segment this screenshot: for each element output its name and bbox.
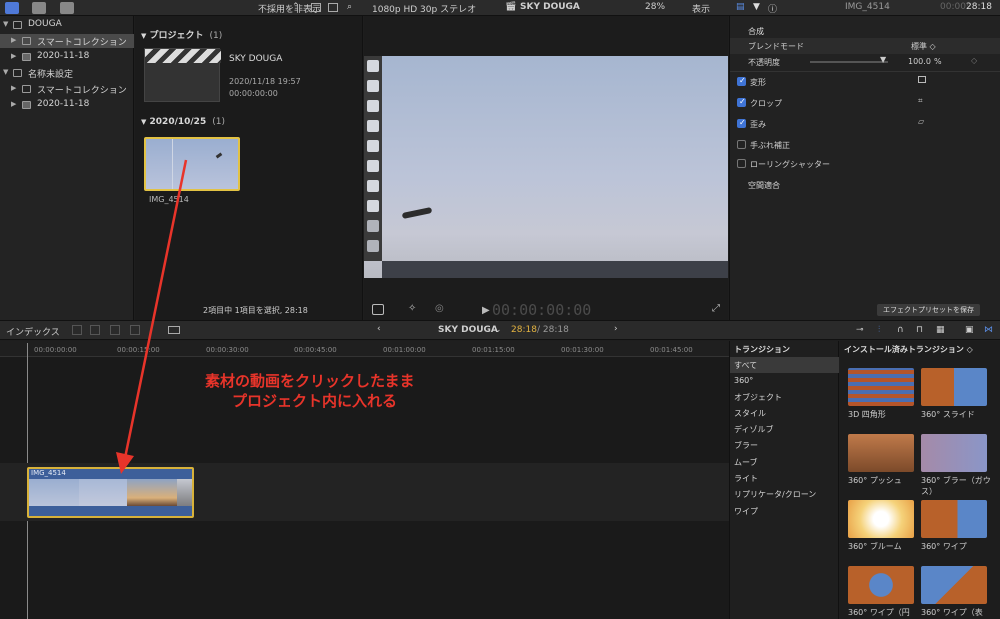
arrow-head (116, 452, 134, 474)
annotation-line-2: プロジェクト内に入れる (232, 392, 398, 410)
annotation-line-1: 素材の動画をクリックしたまま (205, 372, 415, 390)
annotation-arrow (116, 159, 188, 474)
arrow-line (123, 159, 188, 459)
